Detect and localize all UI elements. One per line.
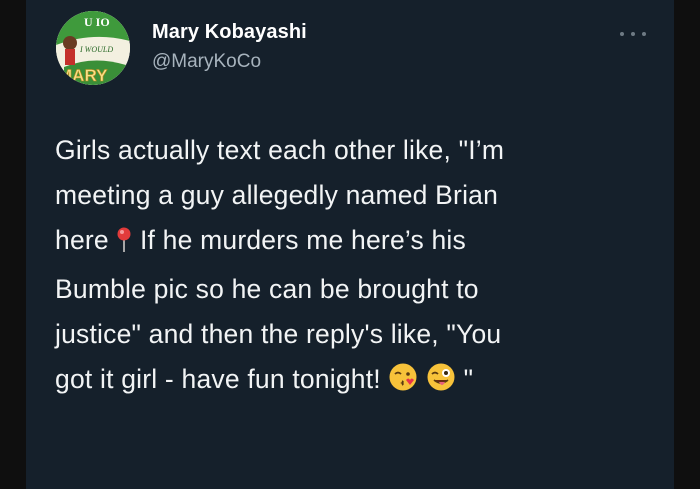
tweet-card: U IO I WOULD MARY Mary Kobayashi @MaryKo… bbox=[26, 0, 674, 489]
avatar-mid-text: I WOULD bbox=[79, 45, 113, 54]
tweet-text: Girls actually text each other like, "I’… bbox=[55, 128, 655, 406]
round-pushpin-icon bbox=[116, 222, 132, 267]
avatar-top-text: U IO bbox=[84, 15, 110, 29]
dot bbox=[631, 32, 635, 36]
tweet-text-segment: If he murders me here’s his bbox=[132, 225, 466, 255]
author-display-name[interactable]: Mary Kobayashi bbox=[152, 21, 307, 44]
tweet-text-segment: " bbox=[456, 364, 474, 394]
tweet-line: justice" and then the reply's like, "You bbox=[55, 319, 502, 349]
avatar[interactable]: U IO I WOULD MARY bbox=[56, 11, 130, 85]
tweet-line: Girls actually text each other like, "I’… bbox=[55, 135, 505, 165]
more-options-icon[interactable] bbox=[620, 28, 646, 40]
dot bbox=[642, 32, 646, 36]
tweet-line-with-pin: here If he murders me here’s his bbox=[55, 218, 655, 267]
dot bbox=[620, 32, 624, 36]
winking-face-with-tongue-icon bbox=[426, 361, 456, 406]
avatar-image: U IO I WOULD MARY bbox=[56, 11, 130, 85]
tweet-text-segment: here bbox=[55, 225, 109, 255]
face-blowing-kiss-icon bbox=[388, 361, 418, 406]
author-handle[interactable]: @MaryKoCo bbox=[152, 51, 261, 73]
tweet-line: meeting a guy allegedly named Brian bbox=[55, 180, 499, 210]
tweet-line-with-emoji: got it girl - have fun tonight! " bbox=[55, 357, 655, 406]
tweet-line: Bumble pic so he can be brought to bbox=[55, 274, 479, 304]
avatar-logo-text: MARY bbox=[58, 66, 108, 85]
tweet-text-segment: got it girl - have fun tonight! bbox=[55, 364, 389, 394]
